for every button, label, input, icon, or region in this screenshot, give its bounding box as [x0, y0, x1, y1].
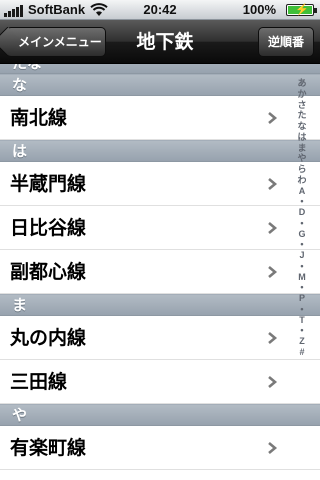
- section-header: たな: [0, 64, 320, 74]
- index-letter[interactable]: •: [290, 239, 314, 250]
- index-letter[interactable]: な: [290, 121, 314, 132]
- index-letter[interactable]: T: [290, 315, 314, 326]
- index-letter[interactable]: ま: [290, 143, 314, 154]
- line-name: 丸の内線: [10, 327, 87, 349]
- index-letter[interactable]: さ: [290, 100, 314, 111]
- line-name: 日比谷線: [10, 217, 87, 239]
- index-letter[interactable]: あ: [290, 78, 314, 89]
- index-letter[interactable]: •: [290, 282, 314, 293]
- chevron-right-icon: [268, 178, 278, 190]
- section-header: や: [0, 404, 320, 426]
- index-letter[interactable]: J: [290, 250, 314, 261]
- chevron-right-icon: [268, 266, 278, 278]
- back-button-label: メインメニュー: [18, 35, 102, 49]
- index-letter[interactable]: •: [290, 325, 314, 336]
- list-item[interactable]: 副都心線: [0, 250, 320, 294]
- section-index[interactable]: あかさたなはまやらわ A • D • G • J • M • P • T • Z #: [290, 78, 314, 476]
- index-letter[interactable]: •: [290, 196, 314, 207]
- index-letter[interactable]: •: [290, 304, 314, 315]
- list-item[interactable]: 南北線: [0, 96, 320, 140]
- charging-bolt-icon: ⚡: [295, 4, 309, 16]
- reverse-order-button[interactable]: 逆順番: [258, 27, 314, 57]
- section-header: ま: [0, 294, 320, 316]
- line-name: 三田線: [10, 371, 68, 393]
- battery-percentage: 100%: [242, 2, 276, 17]
- chevron-right-icon: [268, 222, 278, 234]
- index-letter[interactable]: ら: [290, 164, 314, 175]
- index-letter[interactable]: G: [290, 229, 314, 240]
- index-letter[interactable]: D: [290, 207, 314, 218]
- index-letter[interactable]: A: [290, 186, 314, 197]
- list-item[interactable]: 有楽町線: [0, 426, 320, 470]
- subway-line-list: たなな南北線は半蔵門線日比谷線副都心線ま丸の内線三田線や有楽町線: [0, 64, 320, 480]
- line-name: 半蔵門線: [10, 173, 87, 195]
- index-letter[interactable]: か: [290, 89, 314, 100]
- line-name: 副都心線: [10, 261, 87, 283]
- line-name: 南北線: [10, 107, 68, 129]
- list-item[interactable]: 半蔵門線: [0, 162, 320, 206]
- index-letter[interactable]: わ: [290, 175, 314, 186]
- index-letter[interactable]: #: [290, 347, 314, 358]
- list-item[interactable]: 三田線: [0, 360, 320, 404]
- page-title: 地下鉄: [136, 31, 194, 53]
- section-header: な: [0, 74, 320, 96]
- navigation-bar: メインメニュー 地下鉄 逆順番: [0, 20, 320, 64]
- chevron-right-icon: [268, 442, 278, 454]
- index-letter[interactable]: P: [290, 293, 314, 304]
- index-letter[interactable]: •: [290, 261, 314, 272]
- chevron-right-icon: [268, 332, 278, 344]
- battery-icon: ⚡: [286, 4, 317, 16]
- index-letter[interactable]: た: [290, 110, 314, 121]
- chevron-right-icon: [268, 376, 278, 388]
- list-item[interactable]: 丸の内線: [0, 316, 320, 360]
- index-letter[interactable]: •: [290, 218, 314, 229]
- index-letter[interactable]: は: [290, 132, 314, 143]
- index-letter[interactable]: M: [290, 272, 314, 283]
- index-letter[interactable]: や: [290, 153, 314, 164]
- main-menu-back-button[interactable]: メインメニュー: [6, 27, 106, 57]
- line-name: 有楽町線: [10, 437, 87, 459]
- status-bar: SoftBank 20:42 100% ⚡: [0, 0, 320, 20]
- index-letter[interactable]: Z: [290, 336, 314, 347]
- chevron-right-icon: [268, 112, 278, 124]
- section-header: は: [0, 140, 320, 162]
- list-item[interactable]: 日比谷線: [0, 206, 320, 250]
